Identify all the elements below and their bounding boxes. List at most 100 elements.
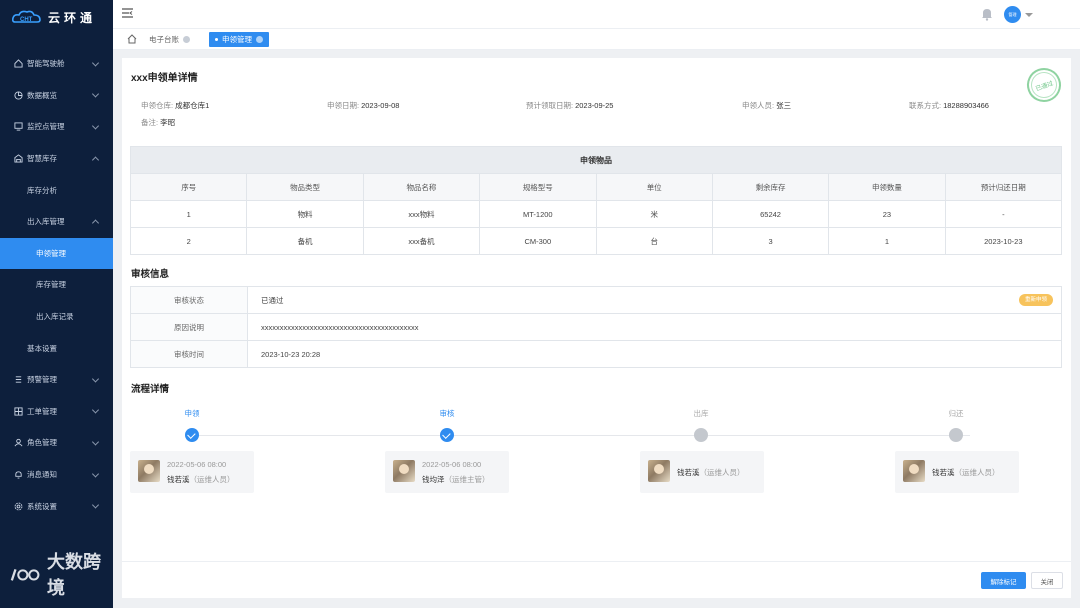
- tab-label: 申领管理: [222, 35, 252, 44]
- sidebar-item-overview[interactable]: 数据概览: [0, 80, 113, 112]
- sidebar-item-requisition[interactable]: 申领管理: [0, 237, 113, 270]
- table-cell: 1: [828, 227, 946, 255]
- avatar: [393, 460, 415, 482]
- sidebar-item-label: 智能驾驶舱: [27, 59, 65, 69]
- chevron-down-icon: [91, 501, 100, 509]
- audit-table: 审核状态 已通过 重新申领 原因说明 xxxxxxxxxxxxxxxxxxxxx…: [130, 286, 1062, 368]
- person-name: 钱若溪: [677, 468, 700, 477]
- cloud-logo-icon: CHT: [12, 10, 41, 23]
- sidebar-item-label: 库存分析: [27, 185, 57, 195]
- column-header: 序号: [129, 173, 248, 201]
- step-time: 2022-05-06 08:00: [167, 460, 227, 469]
- menu-collapse-icon[interactable]: [122, 8, 133, 18]
- gear-icon: [14, 502, 23, 511]
- field-value: 成都仓库1: [175, 101, 210, 110]
- step-pending-dot: [694, 428, 708, 442]
- sidebar-item-basic-settings[interactable]: 基本设置: [0, 332, 113, 364]
- sidebar-item-stock-io[interactable]: 出入库管理: [0, 206, 113, 238]
- field-label: 联系方式:: [909, 101, 942, 110]
- field-expected-date: 预计领取日期: 2023-09-25: [526, 100, 613, 111]
- sidebar-item-alerts[interactable]: 预警管理: [0, 364, 113, 396]
- tab-requisition[interactable]: 申领管理: [209, 32, 269, 47]
- audit-time-label: 审核时间: [130, 340, 248, 368]
- column-header: 规格型号: [479, 173, 597, 201]
- sidebar-item-inventory[interactable]: 智慧库存: [0, 143, 113, 175]
- monitor-icon: [14, 122, 23, 132]
- close-icon[interactable]: [183, 36, 190, 43]
- table-header-row: 序号 物品类型 物品名称 规格型号 单位 剩余库存 申领数量 预计归还日期: [129, 173, 1063, 201]
- active-dot: [215, 38, 218, 41]
- tabs-bar: 电子台账 申领管理: [113, 29, 1080, 50]
- user-avatar[interactable]: 管理: [1004, 6, 1021, 23]
- field-label: 申领日期:: [327, 101, 360, 110]
- table-cell: xxx备机: [362, 227, 481, 255]
- sidebar-item-notifications[interactable]: 消息通知: [0, 459, 113, 491]
- notification-bell-icon[interactable]: [981, 7, 993, 21]
- caret-down-icon[interactable]: [1025, 13, 1033, 17]
- chevron-down-icon: [91, 438, 100, 446]
- table-cell: 备机: [246, 227, 364, 255]
- table-cell: 1: [129, 200, 248, 228]
- person-role: （运维人员）: [699, 468, 745, 477]
- home-icon[interactable]: [127, 34, 137, 44]
- field-label: 预计领取日期:: [526, 101, 574, 110]
- sidebar-item-label: 系统设置: [27, 501, 57, 511]
- sidebar-item-label: 库存管理: [36, 280, 66, 290]
- sidebar-item-stock-manage[interactable]: 库存管理: [0, 269, 113, 301]
- table-cell: 米: [595, 200, 713, 228]
- bell-icon: [14, 470, 23, 479]
- table-cell: 2023-10-23: [944, 227, 1063, 255]
- sidebar-item-inventory-analysis[interactable]: 库存分析: [0, 174, 113, 206]
- chevron-down-icon: [91, 375, 100, 383]
- audit-section-title: 审核信息: [131, 269, 170, 280]
- column-header: 物品名称: [362, 173, 481, 201]
- audit-reason-label: 原因说明: [130, 313, 248, 341]
- sidebar-menu: 智能驾驶舱 数据概览 监控点管理 智慧库存 库存分析 出入库管理 申领管理 库存…: [0, 48, 113, 522]
- reapply-badge[interactable]: 重新申领: [1018, 294, 1053, 306]
- person-name: 钱均泽: [422, 475, 445, 484]
- sidebar-item-monitor[interactable]: 监控点管理: [0, 111, 113, 143]
- close-button[interactable]: 关闭: [1031, 572, 1063, 589]
- field-label: 申领人员:: [742, 101, 775, 110]
- sidebar-item-roles[interactable]: 角色管理: [0, 427, 113, 459]
- chevron-down-icon: [91, 122, 100, 130]
- table-row: 2 备机 xxx备机 CM-300 台 3 1 2023-10-23: [129, 227, 1063, 255]
- person-role: （运维人员）: [954, 468, 1000, 477]
- step-person: 钱若溪（运维人员）: [167, 474, 235, 485]
- table-cell: 3: [711, 227, 830, 255]
- table-cell: 23: [828, 200, 946, 228]
- sidebar-item-cockpit[interactable]: 智能驾驶舱: [0, 48, 113, 80]
- field-value: 张三: [776, 101, 792, 110]
- close-icon[interactable]: [256, 36, 263, 43]
- step-check-icon: [185, 428, 199, 442]
- table-row: 审核状态 已通过 重新申领: [130, 286, 1062, 314]
- field-label: 备注:: [141, 118, 159, 127]
- table-row: 1 物料 xxx物料 MT-1200 米 65242 23 -: [129, 200, 1063, 228]
- audit-time-value: 2023-10-23 20:28: [247, 340, 1062, 368]
- field-value: 18288903466: [943, 101, 989, 110]
- sidebar-item-system[interactable]: 系统设置: [0, 490, 113, 522]
- field-warehouse: 申领仓库: 成都仓库1: [141, 100, 209, 111]
- field-value: 李昭: [160, 118, 176, 127]
- step-label-outbound: 出库: [693, 409, 709, 418]
- step-label-review: 审核: [439, 409, 455, 418]
- step-pending-dot: [949, 428, 963, 442]
- ticket-icon: [14, 407, 23, 416]
- items-caption: 申领物品: [130, 146, 1062, 173]
- column-header: 申领数量: [828, 173, 946, 201]
- sidebar-item-label: 智慧库存: [27, 154, 57, 164]
- unmark-button[interactable]: 解除标记: [981, 572, 1026, 589]
- person-name: 钱若溪: [167, 475, 190, 484]
- chevron-up-icon: [91, 156, 100, 164]
- footer-bar: 解除标记 关闭: [122, 561, 1071, 598]
- field-value: 2023-09-08: [361, 101, 400, 110]
- items-table: 序号 物品类型 物品名称 规格型号 单位 剩余库存 申领数量 预计归还日期 1 …: [129, 173, 1063, 255]
- field-label: 申领仓库:: [141, 101, 174, 110]
- sidebar-item-tickets[interactable]: 工单管理: [0, 396, 113, 428]
- step-card-outbound: 钱若溪（运维人员）: [640, 451, 764, 493]
- tab-ledger[interactable]: 电子台账: [143, 32, 196, 47]
- sidebar-item-io-records[interactable]: 出入库记录: [0, 301, 113, 333]
- watermark-logo-icon: [10, 569, 40, 581]
- person-role: （运维主管）: [444, 475, 490, 484]
- field-applicant: 申领人员: 张三: [742, 100, 791, 111]
